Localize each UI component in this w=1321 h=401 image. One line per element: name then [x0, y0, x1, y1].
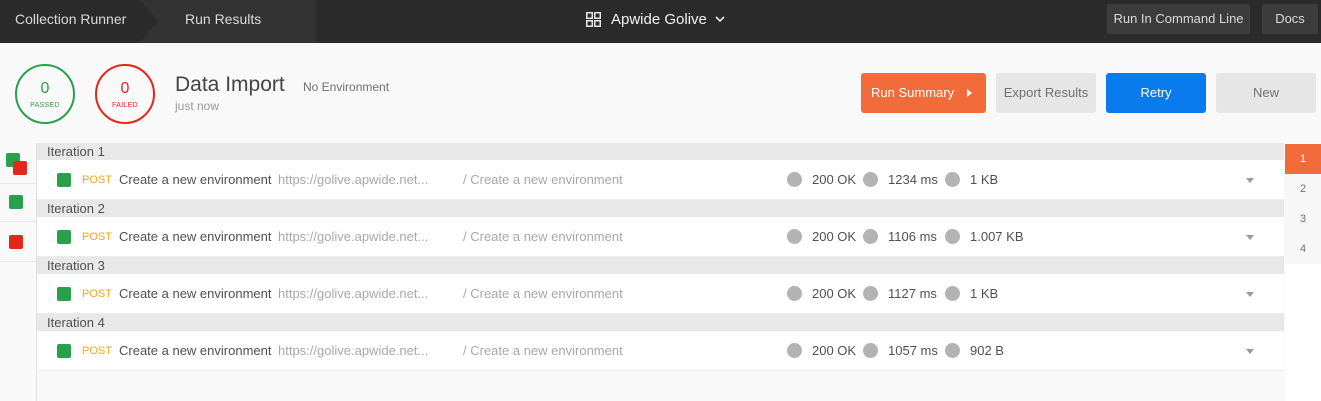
size-dot-icon: [945, 229, 960, 244]
request-name: Create a new environment: [119, 343, 272, 358]
breadcrumb-run-results[interactable]: Run Results: [140, 0, 316, 43]
failed-counter: 0 FAILED: [95, 64, 155, 124]
run-summary-button[interactable]: Run Summary: [861, 73, 986, 113]
page-1[interactable]: 1: [1285, 144, 1321, 174]
pass-status-icon: [57, 230, 71, 244]
time-dot-icon: [863, 229, 878, 244]
pass-status-icon: [57, 173, 71, 187]
expand-caret-icon[interactable]: [1246, 292, 1254, 297]
expand-caret-icon[interactable]: [1246, 349, 1254, 354]
time-dot-icon: [863, 343, 878, 358]
run-in-command-line-button[interactable]: Run In Command Line: [1107, 4, 1250, 34]
divider: [0, 221, 36, 222]
request-row[interactable]: POST Create a new environment https://go…: [37, 217, 1284, 257]
status-dot-icon: [787, 172, 802, 187]
docs-button[interactable]: Docs: [1262, 4, 1318, 34]
request-url: https://golive.apwide.net...: [278, 343, 429, 358]
workspace-name: Apwide Golive: [611, 10, 707, 28]
play-icon: [967, 89, 972, 97]
response-size: 902 B: [970, 343, 1004, 358]
response-time: 1127 ms: [888, 286, 937, 301]
failed-label: FAILED: [112, 102, 138, 109]
status-dot-icon: [787, 229, 802, 244]
size-dot-icon: [945, 172, 960, 187]
request-method: POST: [82, 345, 112, 357]
divider: [0, 261, 36, 262]
passed-count: 0: [40, 80, 50, 97]
passed-label: PASSED: [30, 102, 60, 109]
request-name: Create a new environment: [119, 172, 272, 187]
iteration-header: Iteration 2: [37, 200, 1284, 217]
page-2[interactable]: 2: [1285, 174, 1321, 204]
response-time: 1057 ms: [888, 343, 938, 358]
time-dot-icon: [863, 286, 878, 301]
page-3[interactable]: 3: [1285, 204, 1321, 234]
retry-button[interactable]: Retry: [1106, 73, 1206, 113]
status-dot-icon: [787, 286, 802, 301]
request-row[interactable]: POST Create a new environment https://go…: [37, 160, 1284, 200]
failed-count: 0: [120, 80, 130, 97]
pass-status-icon: [57, 287, 71, 301]
chevron-down-icon: [715, 16, 725, 22]
pass-status-icon: [57, 344, 71, 358]
request-path: / Create a new environment: [463, 343, 623, 358]
results-list: Iteration 1 POST Create a new environmen…: [37, 143, 1284, 371]
request-url: https://golive.apwide.net...: [278, 286, 429, 301]
iteration-status-strip: [0, 143, 37, 401]
request-method: POST: [82, 231, 112, 243]
response-size: 1 KB: [970, 286, 999, 301]
iteration-header: Iteration 1: [37, 143, 1284, 160]
collection-name: Data Import: [175, 73, 285, 96]
expand-caret-icon[interactable]: [1246, 178, 1254, 183]
response-status: 200 OK: [812, 172, 857, 187]
environment-label: No Environment: [303, 80, 390, 94]
size-dot-icon: [945, 343, 960, 358]
expand-caret-icon[interactable]: [1246, 235, 1254, 240]
iteration-pager: 1 2 3 4: [1285, 143, 1321, 401]
request-method: POST: [82, 174, 112, 186]
response-time: 1106 ms: [888, 229, 937, 244]
fail-status-icon: [13, 161, 27, 175]
request-url: https://golive.apwide.net...: [278, 172, 429, 187]
iteration-header: Iteration 4: [37, 314, 1284, 331]
iteration-header: Iteration 3: [37, 257, 1284, 274]
page-4[interactable]: 4: [1285, 234, 1321, 264]
request-method: POST: [82, 288, 112, 300]
request-row[interactable]: POST Create a new environment https://go…: [37, 274, 1284, 314]
response-status: 200 OK: [812, 343, 857, 358]
request-name: Create a new environment: [119, 286, 272, 301]
request-row[interactable]: POST Create a new environment https://go…: [37, 331, 1284, 371]
new-button[interactable]: New: [1216, 73, 1316, 113]
pass-filter-icon[interactable]: [9, 195, 23, 209]
status-dot-icon: [787, 343, 802, 358]
run-timestamp: just now: [175, 99, 220, 113]
breadcrumb-collection-runner[interactable]: Collection Runner: [0, 0, 158, 43]
response-size: 1 KB: [970, 172, 999, 187]
workspace-switcher[interactable]: Apwide Golive: [586, 0, 735, 38]
breadcrumb-separator: [298, 0, 316, 42]
request-url: https://golive.apwide.net...: [278, 229, 429, 244]
response-status: 200 OK: [812, 229, 857, 244]
fail-filter-icon[interactable]: [9, 235, 23, 249]
size-dot-icon: [945, 286, 960, 301]
breadcrumb-separator: [140, 0, 158, 42]
export-results-button[interactable]: Export Results: [996, 73, 1096, 113]
request-path: / Create a new environment: [463, 172, 623, 187]
top-bar: Collection Runner Run Results Apwide Gol…: [0, 0, 1321, 43]
run-summary-label: Run Summary: [871, 85, 955, 100]
time-dot-icon: [863, 172, 878, 187]
response-size: 1.007 KB: [970, 229, 1024, 244]
divider: [0, 183, 36, 184]
response-time: 1234 ms: [888, 172, 938, 187]
response-status: 200 OK: [812, 286, 857, 301]
workspace-grid-icon: [586, 11, 601, 27]
request-path: / Create a new environment: [463, 229, 623, 244]
passed-counter: 0 PASSED: [15, 64, 75, 124]
request-path: / Create a new environment: [463, 286, 623, 301]
request-name: Create a new environment: [119, 229, 272, 244]
